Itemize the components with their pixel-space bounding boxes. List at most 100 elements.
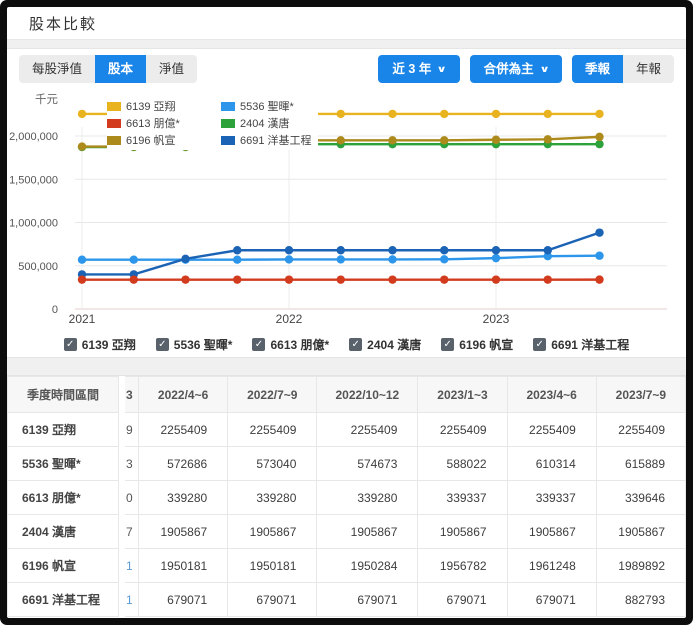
legend-item-5536: 5536 聖暉*	[221, 98, 312, 114]
table-cell: 679071	[139, 583, 229, 618]
chart-area: 0 500,000 1,000,000 1,500,000 2,000,000 千元 202…	[7, 89, 686, 331]
series-checkbox-6196[interactable]: ✓ 6196 帆宣	[441, 336, 513, 353]
legend-item-6691: 6691 洋基工程	[221, 132, 312, 148]
tab-quarterly-report[interactable]: 季報	[571, 55, 623, 84]
tab-capital[interactable]: 股本	[95, 55, 147, 84]
table-cell: 2255409	[507, 413, 597, 448]
table-cell: 679071	[317, 583, 419, 618]
series-point-5536	[388, 255, 397, 265]
series-point-6613	[77, 275, 87, 285]
series-checkbox-5536[interactable]: ✓ 5536 聖暉*	[155, 336, 232, 353]
y-axis-tick-label: 1,000,000	[9, 218, 58, 230]
series-point-6613	[181, 275, 190, 285]
legend-item-6139: 6139 亞翔	[107, 98, 209, 114]
y-axis-tick-label: 1,500,000	[9, 175, 58, 187]
metric-tab-group: 每股淨值 股本 淨值	[19, 55, 198, 84]
table-cell: 1905867	[228, 515, 318, 550]
series-point-2404	[595, 140, 604, 149]
series-point-6196	[543, 135, 552, 144]
x-axis-tick-label: 2023	[483, 312, 510, 326]
legend-swatch-icon	[221, 101, 235, 111]
legend-label: 2404 漢唐	[240, 118, 290, 131]
page-title: 股本比較	[29, 15, 98, 33]
legend-label: 6613 朋億*	[126, 118, 180, 131]
series-point-5536	[77, 255, 87, 265]
legend-item-6613: 6613 朋億*	[107, 115, 209, 131]
table-cell: 1950181	[139, 549, 229, 584]
series-point-6613	[543, 275, 552, 285]
legend-swatch-icon	[107, 101, 121, 111]
window-frame: 股本比較 每股淨值 股本 淨值 近 3 年 ∨ 合併為主 ∨ 季報 年報 0 500,0…	[0, 0, 693, 625]
table-cell: 2255409	[228, 413, 318, 448]
table-row: 5536 聖暉* 3 572686 573040 574673 588022 610314 6…	[7, 447, 686, 482]
checkbox-checked-icon: ✓	[441, 337, 455, 351]
basis-dropdown[interactable]: 合併為主 ∨	[469, 55, 562, 84]
table-cell: 679071	[418, 583, 508, 618]
series-point-6691	[595, 228, 604, 238]
period-tab-group: 季報 年報	[571, 55, 674, 84]
table-cell: 339280	[139, 481, 229, 516]
table-row: 6691 洋基工程 1 679071 679071 679071 679071 679071…	[7, 583, 686, 618]
chevron-down-icon: ∨	[436, 63, 448, 74]
series-point-6196	[440, 136, 449, 145]
series-checkbox-row: ✓ 6139 亞翔 ✓ 5536 聖暉* ✓ 6613 朋億* ✓ 2404 漢唐 ✓ 6196 …	[7, 331, 686, 357]
table-cell: 882793	[596, 583, 686, 618]
x-axis-tick-label: 2021	[69, 312, 96, 326]
series-point-5536	[129, 255, 138, 265]
table-cell: 2255409	[418, 413, 508, 448]
tab-net-value[interactable]: 淨值	[146, 55, 198, 84]
column-header: 2022/10~12	[317, 376, 419, 414]
table-cell: 1956782	[418, 549, 508, 584]
clipped-cell: 1	[125, 583, 139, 618]
toolbar: 每股淨值 股本 淨值 近 3 年 ∨ 合併為主 ∨ 季報 年報	[7, 49, 686, 89]
series-point-6196	[595, 133, 604, 142]
series-point-5536	[491, 254, 501, 263]
series-point-6139	[440, 110, 449, 119]
series-point-5536	[595, 251, 604, 261]
y-axis-tick-label: 500,000	[18, 261, 58, 273]
table-cell: 615889	[596, 447, 686, 482]
y-axis-unit-label: 千元	[35, 93, 58, 106]
table-cell: 1905867	[317, 515, 419, 550]
series-checkbox-6139[interactable]: ✓ 6139 亞翔	[63, 336, 136, 353]
checkbox-checked-icon: ✓	[155, 337, 169, 351]
row-label: 6139 亞翔	[7, 413, 119, 448]
table-row: 2404 漢唐 7 1905867 1905867 1905867 1905867 1905…	[7, 515, 686, 550]
row-label: 2404 漢唐	[7, 515, 119, 550]
series-point-6613	[336, 275, 345, 285]
table-cell: 2255409	[317, 413, 419, 448]
range-dropdown[interactable]: 近 3 年 ∨	[378, 55, 460, 84]
series-point-6139	[491, 110, 501, 119]
tab-annual-report[interactable]: 年報	[622, 55, 674, 84]
chevron-down-icon: ∨	[539, 63, 550, 74]
series-point-6691	[284, 246, 294, 255]
y-axis-tick-label: 2,000,000	[9, 131, 58, 143]
column-header: 2023/4~6	[507, 376, 597, 414]
checkbox-label: 6196 帆宣	[459, 337, 514, 352]
legend-label: 6196 帆宣	[126, 135, 176, 148]
series-checkbox-6691[interactable]: ✓ 6691 洋基工程	[533, 336, 629, 353]
series-checkbox-6613[interactable]: ✓ 6613 朋億*	[252, 336, 329, 353]
tab-net-value-per-share[interactable]: 每股淨值	[19, 55, 96, 84]
series-point-6613	[284, 275, 294, 285]
x-axis-tick-label: 2022	[276, 312, 303, 326]
clipped-cell: 7	[125, 515, 139, 550]
series-point-6691	[336, 246, 345, 255]
column-header: 2022/7~9	[228, 376, 318, 414]
table-cell: 679071	[228, 583, 318, 618]
series-checkbox-2404[interactable]: ✓ 2404 漢唐	[349, 336, 421, 353]
table-cell: 574673	[317, 447, 419, 482]
table-corner-header: 季度時間區間	[7, 376, 119, 414]
series-point-5536	[284, 255, 294, 265]
series-point-6613	[388, 275, 397, 285]
checkbox-label: 6139 亞翔	[81, 337, 136, 352]
series-point-5536	[336, 255, 345, 265]
basis-dropdown-label: 合併為主	[483, 62, 534, 76]
series-point-6613	[233, 275, 242, 285]
table-cell: 2255409	[596, 413, 686, 448]
series-point-6196	[491, 135, 501, 145]
table-cell: 610314	[507, 447, 597, 482]
table-cell: 1905867	[418, 515, 508, 550]
divider-band	[7, 40, 686, 49]
row-label: 6613 朋億*	[7, 481, 119, 516]
